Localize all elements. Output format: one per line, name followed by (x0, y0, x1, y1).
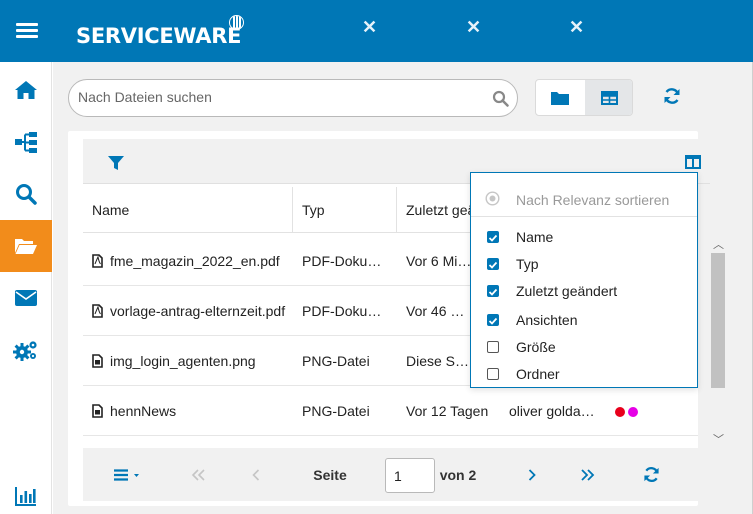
column-option-label: Größe (516, 339, 556, 355)
refresh-icon (643, 467, 659, 482)
file-name[interactable]: vorlage-antrag-elternzeit.pdf (83, 286, 288, 336)
file-type: PNG-Datei (302, 403, 370, 419)
file-type: PNG-Datei (302, 353, 370, 369)
gears-icon (13, 341, 37, 361)
column-option-label: Zuletzt geändert (516, 283, 618, 299)
refresh-icon[interactable] (663, 87, 681, 105)
page-number-input[interactable] (385, 458, 435, 493)
previous-page-button[interactable] (241, 448, 271, 501)
sidebar-item-search[interactable] (0, 168, 52, 220)
view-toggle (535, 79, 633, 116)
column-option-label: Name (516, 229, 554, 245)
scroll-thumb[interactable] (711, 253, 725, 388)
sidebar-item-structure[interactable] (0, 116, 52, 168)
next-page-button[interactable] (517, 448, 547, 501)
sidebar-item-settings[interactable] (0, 324, 52, 376)
checkbox-checked[interactable] (487, 231, 499, 243)
table-scrollbar[interactable]: ︿ ﹀ (710, 236, 726, 448)
page-label: Seite (313, 466, 347, 483)
columns-icon[interactable] (685, 155, 701, 169)
column-option-views[interactable]: Ansichten (471, 308, 697, 334)
file-modified: Vor 12 Tagen (406, 403, 489, 419)
sort-by-relevance-option[interactable]: Nach Relevanz sortieren (471, 173, 697, 217)
column-option-label: Typ (516, 256, 539, 272)
file-type: PDF-Dokument (302, 253, 388, 269)
serviceware-logo: SERVICEWARE (76, 24, 242, 48)
page-size-menu[interactable] (107, 448, 147, 501)
search-icon (16, 184, 37, 205)
file-modified: Vor 46 Minuten (406, 303, 472, 319)
table-view-button[interactable] (585, 80, 632, 115)
table-icon (600, 90, 618, 105)
file-modified: Diese Stunde (406, 353, 472, 369)
folder-view-button[interactable] (536, 80, 584, 115)
sidebar-item-mail[interactable] (0, 272, 52, 324)
tab-close-icon[interactable]: ✕ (362, 17, 377, 38)
bar-chart-icon (15, 487, 36, 506)
last-page-button[interactable] (573, 448, 603, 501)
page-total-label: von 2 (439, 466, 477, 483)
double-chevron-left-icon (191, 468, 205, 481)
radio-target-icon (485, 191, 500, 206)
reload-list-button[interactable] (636, 448, 666, 501)
filter-icon[interactable] (108, 155, 124, 171)
sort-label: Nach Relevanz sortieren (516, 192, 670, 208)
column-chooser-menu: Nach Relevanz sortieren Name Typ Zuletzt… (470, 172, 698, 388)
folder-icon (551, 91, 569, 105)
checkbox-checked[interactable] (487, 314, 499, 326)
column-option-name[interactable]: Name (471, 225, 697, 251)
status-dot-red (615, 407, 625, 417)
double-chevron-right-icon (581, 468, 595, 481)
file-views: oliver goldammer (509, 403, 601, 419)
checkbox-unchecked[interactable] (487, 368, 499, 380)
checkbox-unchecked[interactable] (487, 341, 499, 353)
chevron-left-icon (252, 468, 260, 481)
checkbox-checked[interactable] (487, 285, 499, 297)
tab-close-icon[interactable]: ✕ (466, 17, 481, 38)
top-bar: SERVICEWARE ✕ ✕ ✕ (0, 0, 753, 62)
chevron-right-icon (528, 468, 536, 481)
column-option-label: Ordner (516, 366, 560, 382)
table-row[interactable]: hennNews PNG-Datei Vor 12 Tagen oliver g… (83, 386, 698, 436)
column-header-type[interactable]: Typ (293, 187, 397, 233)
file-name[interactable]: hennNews (83, 386, 293, 436)
column-option-folder[interactable]: Ordner (471, 362, 697, 388)
hamburger-menu-icon[interactable] (16, 23, 38, 39)
scroll-up-icon[interactable]: ︿ (713, 236, 724, 252)
list-menu-icon (114, 468, 139, 481)
search-icon[interactable] (492, 90, 509, 107)
checkbox-checked[interactable] (487, 258, 499, 270)
pagination-bar: Seite von 2 (83, 448, 698, 501)
file-name[interactable]: fme_magazin_2022_en.pdf (83, 236, 293, 286)
file-name[interactable]: img_login_agenten.png (83, 336, 293, 386)
search-box (68, 79, 518, 117)
sidebar (0, 62, 52, 514)
column-option-type[interactable]: Typ (471, 252, 697, 278)
sidebar-item-home[interactable] (0, 64, 52, 116)
search-input[interactable] (78, 89, 478, 105)
file-modified: Vor 6 Minuten (406, 253, 472, 269)
sidebar-item-files[interactable] (0, 220, 52, 272)
hierarchy-icon (15, 132, 37, 153)
column-option-label: Ansichten (516, 312, 578, 328)
file-type: PDF-Dokument (302, 303, 388, 319)
tab-close-icon[interactable]: ✕ (569, 17, 584, 38)
scroll-down-icon[interactable]: ﹀ (713, 431, 724, 447)
sidebar-item-reports[interactable] (0, 470, 52, 514)
folder-open-icon (15, 239, 37, 254)
home-icon (15, 81, 37, 99)
column-option-size[interactable]: Größe (471, 335, 697, 361)
column-header-name[interactable]: Name (83, 187, 293, 233)
envelope-icon (15, 290, 37, 306)
status-dot-magenta (628, 407, 638, 417)
column-option-modified[interactable]: Zuletzt geändert (471, 279, 697, 305)
first-page-button[interactable] (183, 448, 213, 501)
logo-mark-icon (229, 15, 244, 30)
